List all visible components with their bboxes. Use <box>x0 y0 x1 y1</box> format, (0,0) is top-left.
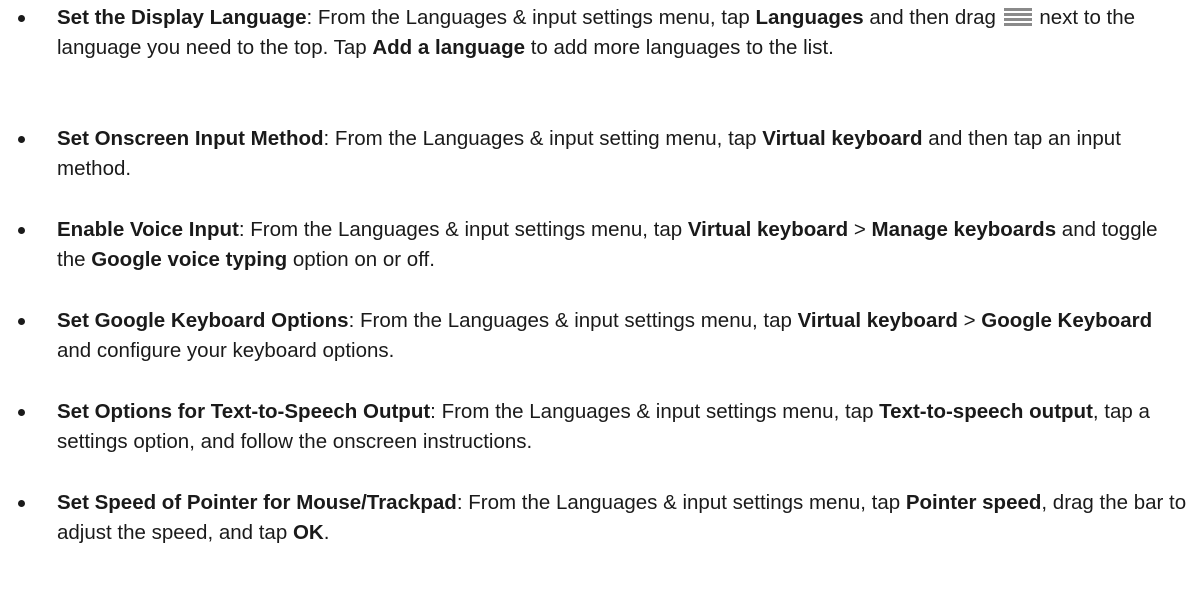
bullet-icon <box>18 500 25 507</box>
bullet-icon <box>18 227 25 234</box>
list-item-pointer-speed: Set Speed of Pointer for Mouse/Trackpad:… <box>18 488 1187 548</box>
item-text: option on or off. <box>287 248 435 271</box>
item-text: : From the Languages & input settings me… <box>430 400 880 423</box>
bullet-icon <box>18 15 25 22</box>
bullet-icon <box>18 318 25 325</box>
list-item-keyboard-options: Set Google Keyboard Options: From the La… <box>18 306 1187 366</box>
item-bold-text: Virtual keyboard <box>762 127 923 150</box>
item-text: and configure your keyboard options. <box>57 339 395 362</box>
item-bold-text: Text-to-speech output <box>879 400 1093 423</box>
list-item-voice-input: Enable Voice Input: From the Languages &… <box>18 215 1187 275</box>
drag-handle-icon <box>1003 6 1032 26</box>
item-title: Set Onscreen Input Method <box>57 127 324 150</box>
bullet-icon <box>18 136 25 143</box>
item-title: Set Google Keyboard Options <box>57 309 349 332</box>
item-bold-text: OK <box>292 521 324 544</box>
item-title: Enable Voice Input <box>57 218 239 241</box>
item-bold-text: Virtual keyboard <box>687 218 849 241</box>
item-text: to add more languages to the list. <box>525 36 834 59</box>
item-bold-text: Google voice typing <box>91 248 288 271</box>
item-text: : From the Languages & input setting men… <box>323 127 763 150</box>
list-item-display-language: Set the Display Language: From the Langu… <box>18 3 1187 63</box>
item-bold-text: Pointer speed <box>905 491 1042 514</box>
item-title: Set Options for Text-to-Speech Output <box>57 400 431 423</box>
item-bold-text: Virtual keyboard <box>797 309 958 332</box>
item-text: > <box>848 218 872 241</box>
item-text: : From the Languages & input settings me… <box>456 491 906 514</box>
item-text: : From the Languages & input settings me… <box>238 218 688 241</box>
item-text: : From the Languages & input settings me… <box>306 6 756 29</box>
item-bold-text: Manage keyboards <box>871 218 1057 241</box>
list-item-onscreen-input: Set Onscreen Input Method: From the Lang… <box>18 124 1187 184</box>
list-item-text-to-speech: Set Options for Text-to-Speech Output: F… <box>18 397 1187 457</box>
item-text: : From the Languages & input settings me… <box>348 309 798 332</box>
item-title: Set Speed of Pointer for Mouse/Trackpad <box>57 491 457 514</box>
item-text: . <box>323 521 330 544</box>
item-bold-text: Languages <box>755 6 864 29</box>
item-text: and then drag <box>863 6 1002 29</box>
item-bold-text: Google Keyboard <box>981 309 1153 332</box>
item-title: Set the Display Language <box>57 6 307 29</box>
item-text: > <box>957 309 982 332</box>
item-bold-text: Add a language <box>372 36 525 59</box>
bullet-icon <box>18 409 25 416</box>
